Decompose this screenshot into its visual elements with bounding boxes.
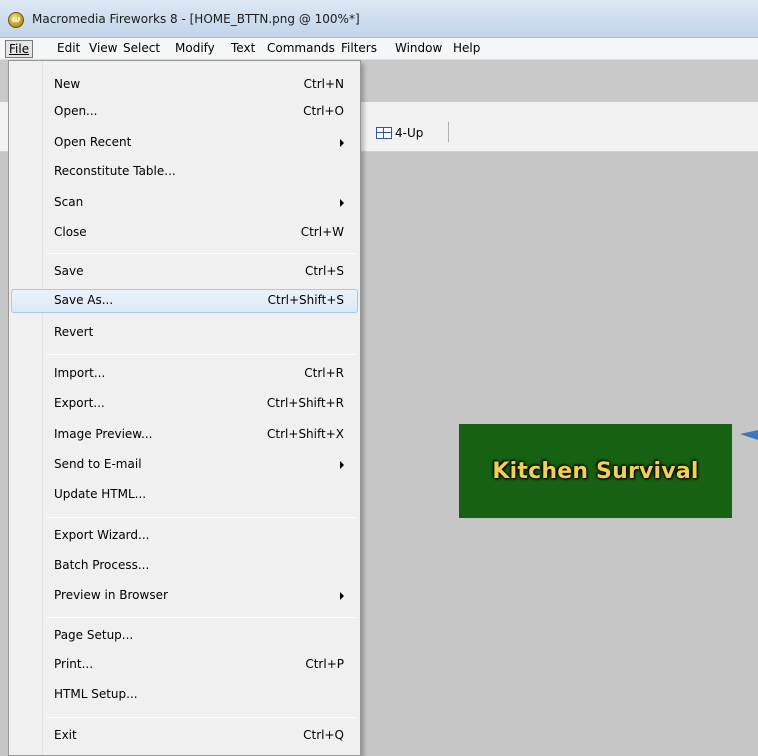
menu-select[interactable]: Select	[120, 40, 163, 58]
menu-modify[interactable]: Modify	[172, 40, 218, 58]
menu-item-shortcut: Ctrl+Q	[303, 728, 344, 742]
menu-item-label: Export...	[54, 396, 105, 410]
menu-item-label: Scan	[54, 195, 84, 209]
guide-arrow-icon	[740, 430, 758, 440]
menu-filters[interactable]: Filters	[338, 40, 380, 58]
menu-item-scan[interactable]: Scan	[11, 191, 358, 215]
menu-separator	[47, 354, 356, 355]
menu-text[interactable]: Text	[228, 40, 258, 58]
menu-item-shortcut: Ctrl+R	[304, 366, 344, 380]
menu-item-label: Revert	[54, 325, 94, 339]
submenu-arrow-icon	[340, 592, 344, 600]
menu-item-update-html[interactable]: Update HTML...	[11, 483, 358, 507]
menu-item-close[interactable]: Close Ctrl+W	[11, 221, 358, 245]
menu-item-reconstitute-table[interactable]: Reconstitute Table...	[11, 160, 358, 184]
menu-item-label: Batch Process...	[54, 558, 150, 572]
menu-item-preview-in-browser[interactable]: Preview in Browser	[11, 584, 358, 608]
menu-item-label: Close	[54, 225, 87, 239]
menu-window[interactable]: Window	[392, 40, 445, 58]
menu-item-label: Open Recent	[54, 135, 132, 149]
menu-item-label: Send to E-mail	[54, 457, 142, 471]
menu-item-label: Page Setup...	[54, 628, 134, 642]
four-up-button[interactable]: 4-Up	[376, 124, 423, 142]
menu-item-batch-process[interactable]: Batch Process...	[11, 554, 358, 578]
submenu-arrow-icon	[340, 461, 344, 469]
menu-item-image-preview[interactable]: Image Preview... Ctrl+Shift+X	[11, 423, 358, 447]
grid-icon	[376, 127, 392, 139]
menu-item-shortcut: Ctrl+P	[305, 657, 344, 671]
menu-item-save[interactable]: Save Ctrl+S	[11, 260, 358, 284]
four-up-label: 4-Up	[395, 126, 424, 140]
file-menu-dropdown: New Ctrl+N Open... Ctrl+O Open Recent Re…	[8, 60, 361, 756]
menu-bar: File Edit View Select Modify Text Comman…	[0, 38, 758, 60]
menu-item-label: Import...	[54, 366, 106, 380]
menu-file-label: File	[9, 42, 30, 56]
submenu-arrow-icon	[340, 199, 344, 207]
menu-item-label: New	[54, 77, 81, 91]
banner-text: Kitchen Survival	[492, 458, 699, 484]
menu-item-label: Print...	[54, 657, 94, 671]
menu-commands[interactable]: Commands	[264, 40, 338, 58]
menu-item-label: Preview in Browser	[54, 588, 168, 602]
menu-item-shortcut: Ctrl+W	[300, 225, 344, 239]
menu-edit[interactable]: Edit	[54, 40, 83, 58]
menu-item-open-recent[interactable]: Open Recent	[11, 131, 358, 155]
menu-separator	[47, 517, 356, 518]
menu-item-import[interactable]: Import... Ctrl+R	[11, 362, 358, 386]
menu-item-label: Reconstitute Table...	[54, 164, 176, 178]
menu-item-print[interactable]: Print... Ctrl+P	[11, 653, 358, 677]
menu-item-export-wizard[interactable]: Export Wizard...	[11, 524, 358, 548]
window-title: Macromedia Fireworks 8 - [HOME_BTTN.png …	[32, 12, 360, 26]
menu-item-label: Exit	[54, 728, 77, 742]
menu-item-label: Image Preview...	[54, 427, 153, 441]
menu-separator	[47, 253, 356, 254]
menu-item-exit[interactable]: Exit Ctrl+Q	[11, 724, 358, 748]
kitchen-survival-button-graphic[interactable]: Kitchen Survival	[459, 424, 732, 518]
menu-help[interactable]: Help	[450, 40, 483, 58]
title-bar: ω Macromedia Fireworks 8 - [HOME_BTTN.pn…	[0, 0, 758, 38]
menu-item-send-to-email[interactable]: Send to E-mail	[11, 453, 358, 477]
menu-separator	[47, 617, 356, 618]
menu-item-shortcut: Ctrl+Shift+X	[267, 427, 344, 441]
menu-item-new[interactable]: New Ctrl+N	[11, 73, 358, 97]
menu-item-label: Update HTML...	[54, 487, 147, 501]
menu-item-label: Open...	[54, 104, 98, 118]
menu-item-html-setup[interactable]: HTML Setup...	[11, 683, 358, 707]
menu-item-shortcut: Ctrl+O	[303, 104, 344, 118]
menu-item-open[interactable]: Open... Ctrl+O	[11, 100, 358, 124]
menu-item-page-setup[interactable]: Page Setup...	[11, 624, 358, 648]
fw-logo-icon[interactable]: ω	[8, 12, 24, 28]
menu-item-label: Save As...	[54, 293, 114, 307]
menu-item-export[interactable]: Export... Ctrl+Shift+R	[11, 392, 358, 416]
menu-view[interactable]: View	[86, 40, 120, 58]
menu-file[interactable]: File	[5, 40, 34, 58]
toolbar-separator	[448, 122, 449, 142]
menu-item-revert[interactable]: Revert	[11, 321, 358, 345]
menu-item-shortcut: Ctrl+N	[303, 77, 344, 91]
menu-item-label: Save	[54, 264, 84, 278]
menu-item-save-as[interactable]: Save As... Ctrl+Shift+S	[11, 289, 358, 313]
menu-item-label: Export Wizard...	[54, 528, 150, 542]
menu-item-label: HTML Setup...	[54, 687, 138, 701]
submenu-arrow-icon	[340, 139, 344, 147]
menu-item-shortcut: Ctrl+Shift+R	[266, 396, 344, 410]
menu-item-shortcut: Ctrl+Shift+S	[267, 293, 344, 307]
menu-separator	[47, 717, 356, 718]
menu-item-shortcut: Ctrl+S	[304, 264, 344, 278]
